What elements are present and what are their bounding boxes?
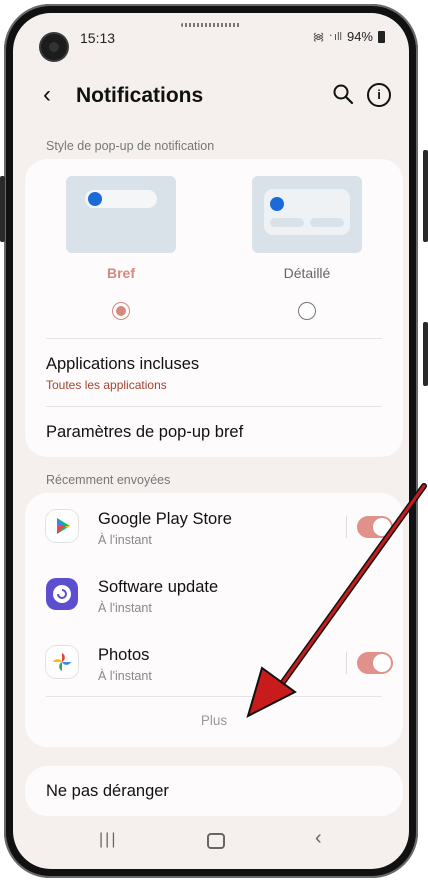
pointer-arrow-icon <box>246 483 427 718</box>
